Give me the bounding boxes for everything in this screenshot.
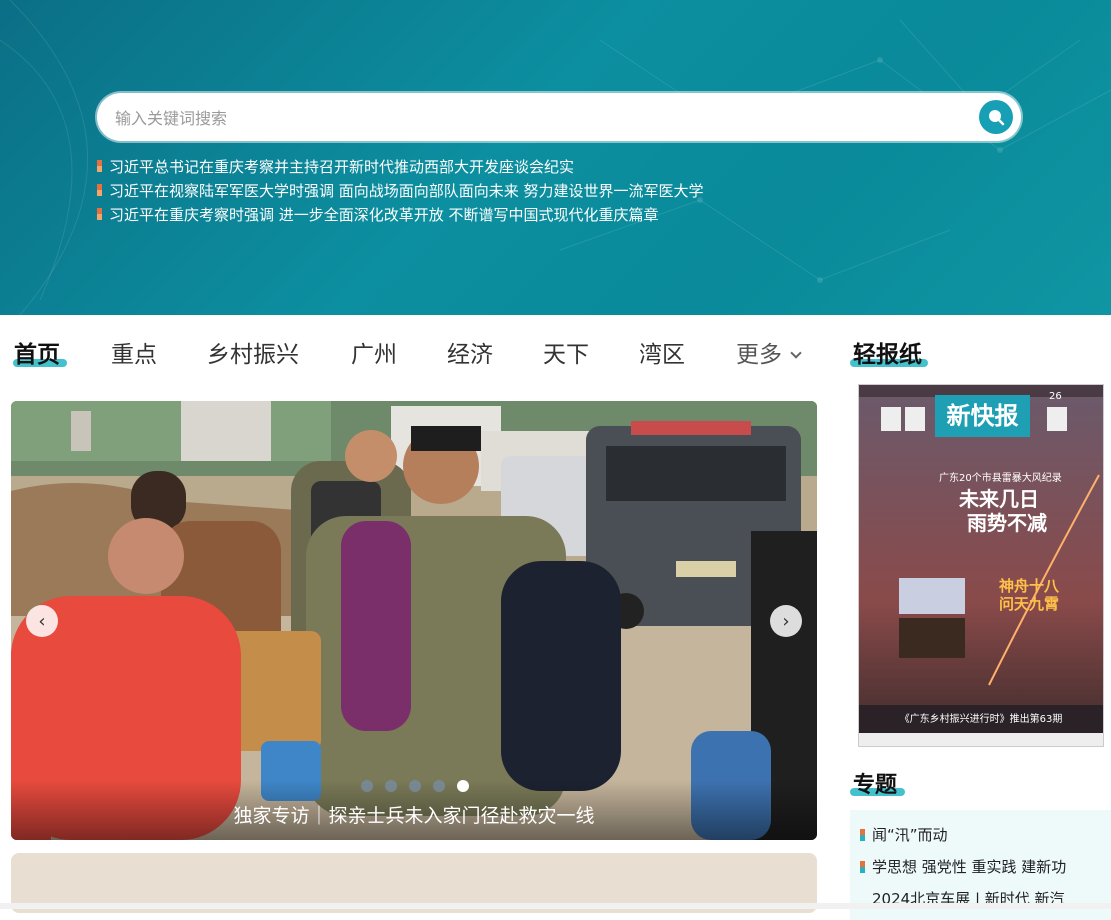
bullet-mark — [97, 208, 102, 220]
newspaper-issue: 26 — [1049, 391, 1062, 402]
topics-title: 专题 — [853, 773, 898, 798]
newspaper-cover[interactable]: 新快报 26 广东20个市县雷暴大风纪录 未来几日 雨势不减 神舟十八 问天九霄… — [858, 384, 1104, 747]
newspaper-subheadline: 广东20个市县雷暴大风纪录 — [939, 473, 1062, 484]
bullet-mark — [860, 860, 865, 873]
nav-rural-revitalization[interactable]: 乡村振兴 — [207, 335, 299, 369]
nav-bay-area[interactable]: 湾区 — [639, 335, 685, 369]
search-input[interactable] — [113, 103, 957, 133]
carousel-prev-button[interactable]: ‹ — [26, 605, 58, 637]
topic-label: 学思想 强党性 重实践 建新功 — [872, 858, 1067, 876]
newspaper-cover-art — [859, 385, 1103, 746]
bullet-mark — [97, 184, 102, 196]
carousel-indicators — [361, 780, 469, 792]
bullet-mark — [97, 160, 102, 172]
search-icon — [989, 110, 1005, 126]
headline-link[interactable]: 习近平在重庆考察时强调 进一步全面深化改革开放 不断谱写中国式现代化重庆篇章 — [97, 202, 997, 226]
carousel-dot[interactable] — [361, 780, 373, 792]
carousel-dot[interactable] — [433, 780, 445, 792]
headline-text: 习近平在视察陆军军医大学时强调 面向战场面向部队面向未来 努力建设世界一流军医大… — [109, 181, 704, 200]
headline-link[interactable]: 习近平总书记在重庆考察并主持召开新时代推动西部大开发座谈会纪实 — [97, 154, 997, 178]
carousel-dot-active[interactable] — [457, 780, 469, 792]
carousel-dot[interactable] — [409, 780, 421, 792]
headline-list: 习近平总书记在重庆考察并主持召开新时代推动西部大开发座谈会纪实 习近平在视察陆军… — [97, 154, 997, 226]
carousel-next-button[interactable]: › — [770, 605, 802, 637]
topic-label: 闻“汛”而动 — [872, 826, 948, 844]
topic-item[interactable]: 学思想 强党性 重实践 建新功 — [860, 856, 1066, 877]
headline-link[interactable]: 习近平在视察陆军军医大学时强调 面向战场面向部队面向未来 努力建设世界一流军医大… — [97, 178, 997, 202]
chevron-left-icon: ‹ — [38, 610, 46, 632]
carousel-photo — [11, 401, 817, 840]
nav-more[interactable]: 更多 — [736, 335, 802, 369]
carousel-caption-text[interactable]: 独家专访｜探亲士兵未入家门径赴救灾一线 — [11, 801, 817, 828]
nav-more-label: 更多 — [736, 342, 782, 368]
newspaper-footer: 《广东乡村振兴进行时》推出第63期 — [899, 714, 1063, 725]
nav-economy[interactable]: 经济 — [447, 335, 493, 369]
nav-light-paper[interactable]: 轻报纸 — [853, 335, 922, 369]
search-button[interactable] — [979, 100, 1013, 134]
chevron-down-icon — [790, 347, 802, 359]
headline-text: 习近平总书记在重庆考察并主持召开新时代推动西部大开发座谈会纪实 — [109, 157, 575, 176]
bullet-mark — [860, 828, 865, 841]
news-carousel[interactable]: 独家专访｜探亲士兵未入家门径赴救灾一线 ‹ › — [11, 401, 817, 840]
chevron-right-icon: › — [782, 610, 790, 632]
nav-world[interactable]: 天下 — [543, 335, 589, 369]
newspaper-side-title-2: 问天九霄 — [999, 595, 1060, 613]
main-nav: 首页 重点 乡村振兴 广州 经济 天下 湾区 更多 轻报纸 — [0, 315, 1111, 385]
headline-text: 习近平在重庆考察时强调 进一步全面深化改革开放 不断谱写中国式现代化重庆篇章 — [109, 205, 659, 224]
newspaper-masthead: 新快报 — [946, 402, 1019, 430]
nav-guangzhou[interactable]: 广州 — [351, 335, 397, 369]
newspaper-headline-2: 雨势不减 — [967, 511, 1047, 535]
carousel-dot[interactable] — [385, 780, 397, 792]
nav-home[interactable]: 首页 — [14, 335, 60, 369]
hero-banner: 习近平总书记在重庆考察并主持召开新时代推动西部大开发座谈会纪实 习近平在视察陆军… — [0, 0, 1111, 315]
bottom-edge — [0, 903, 1111, 909]
search-bar — [97, 93, 1021, 141]
nav-focus[interactable]: 重点 — [111, 335, 157, 369]
topic-item[interactable]: 闻“汛”而动 — [860, 824, 948, 845]
